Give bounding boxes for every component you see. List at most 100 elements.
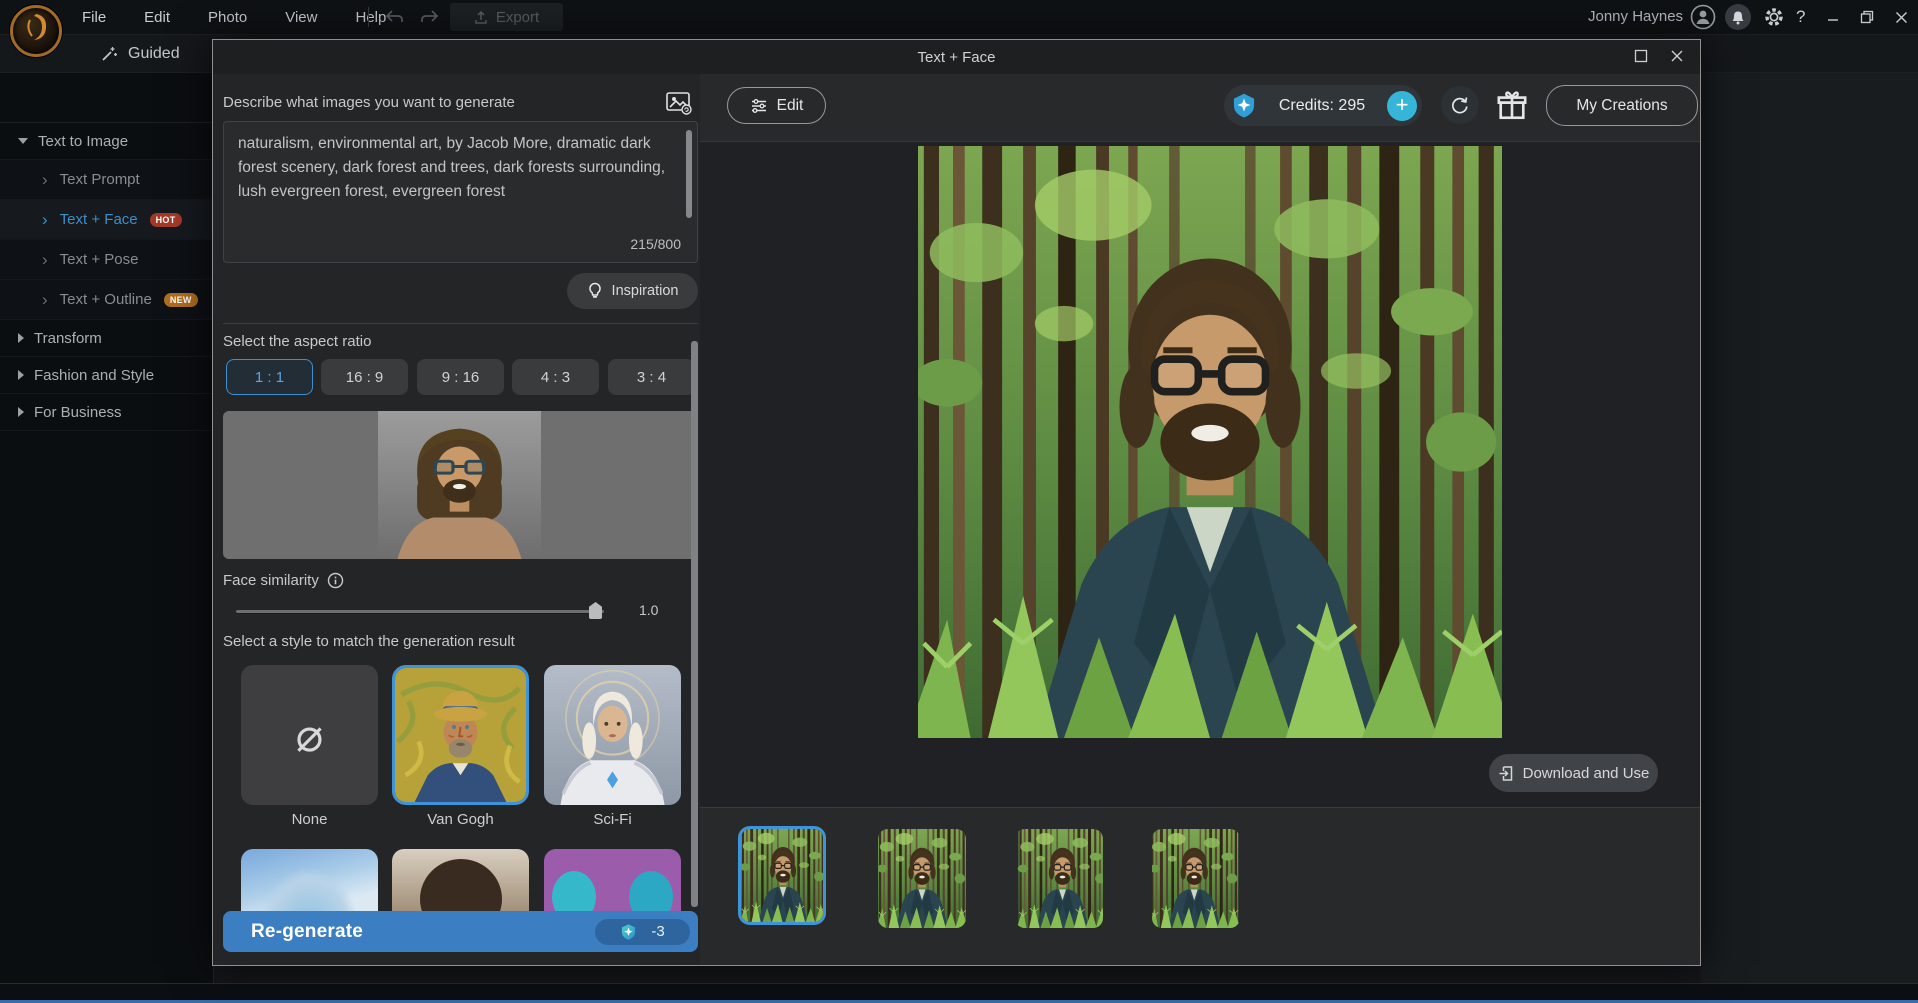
char-counter: 215/800 xyxy=(630,232,681,256)
app-logo xyxy=(10,5,62,57)
sidebar-item-text-outline[interactable]: › Text + Outline NEW xyxy=(0,280,213,320)
style-van-gogh[interactable] xyxy=(392,665,529,805)
credit-gem-icon xyxy=(620,923,637,941)
chevron-right-icon: › xyxy=(42,171,48,188)
minimize-button[interactable] xyxy=(1818,5,1848,29)
refresh-button[interactable] xyxy=(1441,86,1479,124)
sidebar-section-business[interactable]: For Business xyxy=(0,394,213,431)
new-badge: NEW xyxy=(164,293,198,307)
sidebar: Text to Image › Text Prompt › Text + Fac… xyxy=(0,72,214,983)
divider xyxy=(223,323,698,324)
style-thumbnail-partial-1[interactable] xyxy=(241,849,378,919)
aspect-3-4[interactable]: 3 : 4 xyxy=(608,359,695,395)
dialog-maximize-button[interactable] xyxy=(1634,49,1648,63)
aspect-16-9[interactable]: 16 : 9 xyxy=(321,359,408,395)
chevron-right-icon: › xyxy=(42,291,48,308)
menu-file[interactable]: File xyxy=(72,9,116,26)
image-prompt-icon[interactable] xyxy=(665,90,693,116)
export-icon xyxy=(474,10,488,25)
chevron-right-icon: › xyxy=(42,211,48,228)
download-and-use-button[interactable]: Download and Use xyxy=(1489,754,1658,792)
panel-scrollbar[interactable] xyxy=(691,341,698,907)
sliders-icon xyxy=(750,98,768,114)
add-credits-button[interactable]: + xyxy=(1387,91,1417,121)
menu-separator xyxy=(368,7,369,27)
edit-button[interactable]: Edit xyxy=(727,87,826,124)
divider xyxy=(700,807,1700,808)
credit-gem-icon xyxy=(1231,92,1257,119)
close-button[interactable] xyxy=(1886,5,1916,29)
restore-button[interactable] xyxy=(1852,5,1882,29)
expand-closed-icon xyxy=(18,370,24,380)
help-icon[interactable]: ? xyxy=(1796,7,1805,27)
dialog-close-button[interactable] xyxy=(1670,49,1684,63)
prompt-scrollbar[interactable] xyxy=(686,130,692,218)
prompt-label: Describe what images you want to generat… xyxy=(223,94,515,111)
export-button[interactable]: Export xyxy=(450,3,563,31)
sidebar-section-text-to-image[interactable]: Text to Image xyxy=(0,123,213,160)
dialog-title-bar[interactable]: Text + Face xyxy=(213,40,1700,75)
redo-icon[interactable] xyxy=(418,7,440,27)
download-icon xyxy=(1498,765,1515,782)
expand-closed-icon xyxy=(18,333,24,343)
chevron-right-icon: › xyxy=(42,251,48,268)
regenerate-button[interactable]: Re-generate -3 xyxy=(223,911,698,952)
result-thumbnail-4[interactable] xyxy=(1152,829,1240,928)
none-icon: ⌀ xyxy=(241,665,378,805)
sidebar-section-fashion[interactable]: Fashion and Style xyxy=(0,357,213,394)
credits-pill: Credits: 295 + xyxy=(1224,85,1422,126)
sidebar-section-transform[interactable]: Transform xyxy=(0,320,213,357)
style-none[interactable]: ⌀ xyxy=(241,665,378,805)
gift-icon[interactable] xyxy=(1496,90,1528,121)
expand-open-icon xyxy=(18,138,28,144)
style-label: Select a style to match the generation r… xyxy=(223,633,515,650)
undo-icon[interactable] xyxy=(384,7,406,27)
app-window: File Edit Photo View Help Export Jonny H… xyxy=(0,0,1918,1003)
dialog-title: Text + Face xyxy=(918,49,996,66)
style-sci-fi[interactable] xyxy=(544,665,681,805)
result-thumbnail-3[interactable] xyxy=(1015,829,1103,928)
face-similarity-slider-track[interactable] xyxy=(236,610,604,613)
credits-label: Credits: 295 xyxy=(1267,97,1377,115)
generation-settings-panel: Describe what images you want to generat… xyxy=(213,74,701,965)
aspect-4-3[interactable]: 4 : 3 xyxy=(512,359,599,395)
credit-cost-pill: -3 xyxy=(595,919,690,945)
generation-result-panel: Download and Use Edit Credits: 295 + xyxy=(700,74,1700,965)
result-thumbnail-1[interactable] xyxy=(738,826,826,925)
notifications-icon[interactable] xyxy=(1725,4,1751,30)
avatar[interactable] xyxy=(1690,4,1716,30)
face-similarity-slider-handle[interactable] xyxy=(589,602,602,619)
face-reference-strip[interactable] xyxy=(223,411,696,559)
canvas-area: Download and Use xyxy=(700,141,1700,808)
menu-photo[interactable]: Photo xyxy=(198,9,257,26)
magic-wand-icon xyxy=(100,45,118,63)
generated-image[interactable] xyxy=(918,146,1502,738)
user-name[interactable]: Jonny Haynes xyxy=(1588,8,1683,25)
style-van-gogh-label: Van Gogh xyxy=(392,811,529,828)
expand-closed-icon xyxy=(18,407,24,417)
style-thumbnail-partial-2[interactable] xyxy=(392,849,529,919)
menu-edit[interactable]: Edit xyxy=(134,9,180,26)
sidebar-item-text-prompt[interactable]: › Text Prompt xyxy=(0,160,213,200)
hot-badge: HOT xyxy=(150,213,182,227)
lightbulb-icon xyxy=(587,282,603,300)
tab-guided[interactable]: Guided xyxy=(100,35,180,72)
style-thumbnail-partial-3[interactable] xyxy=(544,849,681,919)
face-similarity-row: Face similarity xyxy=(223,572,344,589)
aspect-ratio-label: Select the aspect ratio xyxy=(223,333,371,350)
settings-gear-icon[interactable] xyxy=(1762,5,1786,29)
style-sci-fi-label: Sci-Fi xyxy=(544,811,681,828)
aspect-1-1[interactable]: 1 : 1 xyxy=(226,359,313,395)
menu-view[interactable]: View xyxy=(275,9,327,26)
menu-bar: File Edit Photo View Help Export Jonny H… xyxy=(0,0,1918,35)
sidebar-item-text-face[interactable]: › Text + Face HOT xyxy=(0,200,213,240)
sidebar-item-text-pose[interactable]: › Text + Pose xyxy=(0,240,213,280)
result-thumbnail-2[interactable] xyxy=(878,829,966,928)
prompt-input[interactable]: naturalism, environmental art, by Jacob … xyxy=(223,121,698,263)
aspect-9-16[interactable]: 9 : 16 xyxy=(417,359,504,395)
inspiration-button[interactable]: Inspiration xyxy=(567,273,698,309)
right-background-panel xyxy=(1701,35,1918,983)
style-none-label: None xyxy=(241,811,378,828)
info-icon[interactable] xyxy=(327,572,344,589)
my-creations-button[interactable]: My Creations xyxy=(1546,85,1698,126)
